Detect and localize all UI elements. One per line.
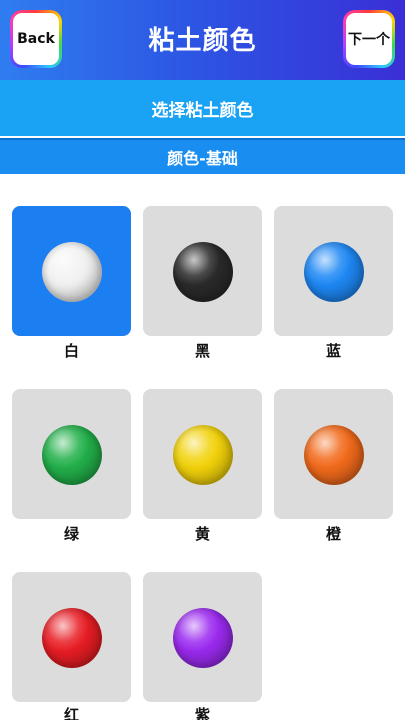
color-tile-green[interactable] <box>12 389 131 519</box>
color-tile-blue[interactable] <box>274 206 393 336</box>
color-label-blue: 蓝 <box>325 342 341 360</box>
color-label-purple: 紫 <box>194 706 210 720</box>
select-prompt-text: 选择粘土颜色 <box>151 100 254 121</box>
color-tile-white[interactable] <box>12 206 131 336</box>
next-button[interactable]: 下一个 <box>343 10 395 68</box>
clay-ball-red <box>42 608 102 668</box>
color-tile-orange[interactable] <box>274 389 393 519</box>
color-label-yellow: 黄 <box>194 525 210 543</box>
select-prompt-bar: 选择粘土颜色 <box>0 80 405 136</box>
header-bar: Back 粘土颜色 下一个 <box>0 0 405 80</box>
clay-ball-black <box>173 242 233 302</box>
clay-ball-white <box>42 242 102 302</box>
next-button-label: 下一个 <box>346 13 392 65</box>
color-tile-black[interactable] <box>143 206 262 336</box>
category-text: 颜色-基础 <box>167 149 238 168</box>
clay-ball-green <box>42 425 102 485</box>
color-tile-yellow[interactable] <box>143 389 262 519</box>
category-bar: 颜色-基础 <box>0 138 405 174</box>
color-label-red: 红 <box>63 706 79 720</box>
color-label-white: 白 <box>63 342 79 360</box>
clay-color-screen: Back 粘土颜色 下一个 选择粘土颜色 颜色-基础 白 黑 蓝 绿 黄 橙 红 <box>0 0 405 720</box>
color-label-orange: 橙 <box>325 525 341 543</box>
clay-ball-purple <box>173 608 233 668</box>
color-tile-red[interactable] <box>12 572 131 702</box>
clay-ball-blue <box>304 242 364 302</box>
color-label-green: 绿 <box>63 525 79 543</box>
clay-ball-orange <box>304 425 364 485</box>
color-label-black: 黑 <box>194 342 210 360</box>
color-tile-purple[interactable] <box>143 572 262 702</box>
clay-ball-yellow <box>173 425 233 485</box>
